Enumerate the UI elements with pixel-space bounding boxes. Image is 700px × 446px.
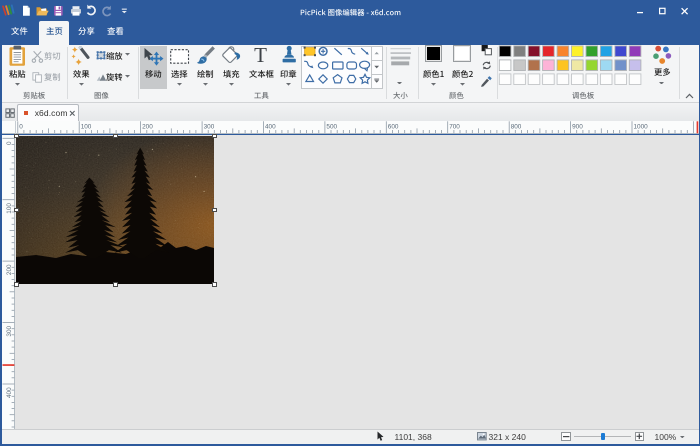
svg-text:500: 500 [326,124,337,131]
svg-text:600: 600 [388,124,399,131]
svg-text:0: 0 [19,124,23,131]
svg-text:100: 100 [5,202,12,213]
svg-text:300: 300 [204,124,215,131]
svg-text:1000: 1000 [634,124,649,131]
svg-text:800: 800 [511,124,522,131]
svg-text:400: 400 [265,124,276,131]
svg-text:900: 900 [572,124,583,131]
svg-text:200: 200 [5,264,12,275]
svg-text:300: 300 [5,325,12,336]
svg-text:400: 400 [5,387,12,398]
svg-text:100: 100 [81,124,92,131]
svg-text:T: T [254,45,267,66]
svg-text:700: 700 [449,124,460,131]
svg-text:200: 200 [142,124,153,131]
svg-text:0: 0 [5,141,12,145]
